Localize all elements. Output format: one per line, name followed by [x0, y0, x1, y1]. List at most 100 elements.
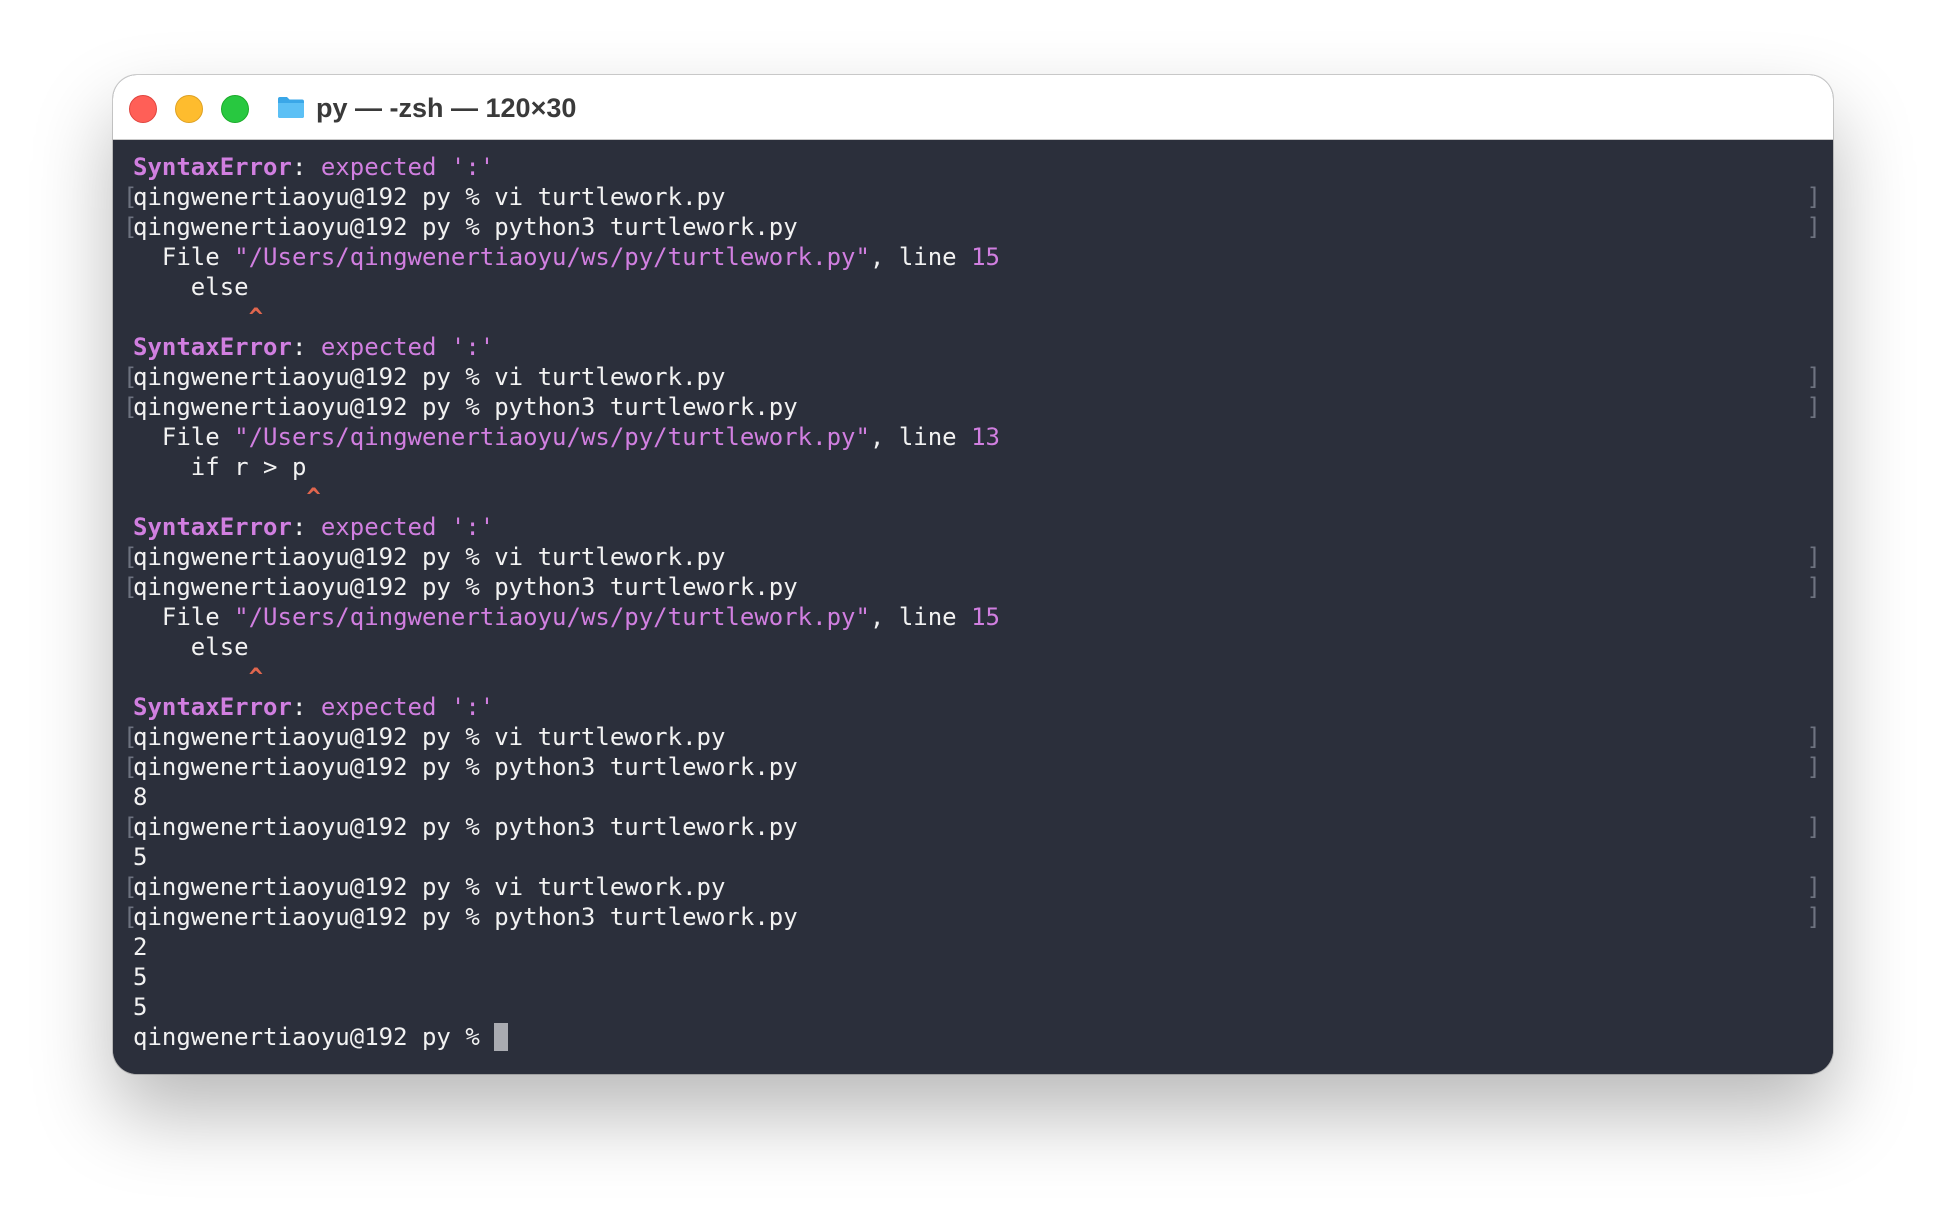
error-message: expected ':'	[320, 513, 495, 541]
line-bracket-left: [	[123, 183, 138, 211]
traceback-line-label: , line	[869, 603, 972, 631]
error-separator: :	[291, 513, 321, 541]
line-bracket-left: [	[123, 723, 138, 751]
terminal-line: 5	[133, 842, 1833, 872]
line-bracket-right: ]	[1806, 363, 1821, 391]
line-bracket-left: [	[123, 753, 138, 781]
terminal-line: [qingwenertiaoyu@192 py % python3 turtle…	[123, 572, 1833, 602]
program-output: 5	[133, 993, 148, 1021]
error-separator: :	[291, 693, 321, 721]
error-caret: ^	[133, 303, 264, 331]
line-bracket-right: ]	[1806, 903, 1821, 931]
line-bracket-right: ]	[1806, 393, 1821, 421]
line-bracket-right: ]	[1806, 753, 1821, 781]
text-cursor[interactable]	[494, 1023, 509, 1051]
terminal-line: [qingwenertiaoyu@192 py % vi turtlework.…	[123, 872, 1833, 902]
command-line: qingwenertiaoyu@192 py % python3 turtlew…	[133, 753, 798, 781]
traceback-prefix: File	[133, 423, 235, 451]
line-bracket-left: [	[123, 363, 138, 391]
error-message: expected ':'	[320, 693, 495, 721]
folder-icon	[278, 97, 304, 118]
line-bracket-right: ]	[1806, 183, 1821, 211]
title-bar[interactable]: py — -zsh — 120×30	[113, 75, 1833, 140]
error-separator: :	[291, 333, 321, 361]
error-type: SyntaxError	[133, 693, 292, 721]
line-bracket-left: [	[123, 813, 138, 841]
command-line: qingwenertiaoyu@192 py % vi turtlework.p…	[133, 723, 726, 751]
terminal-line: [qingwenertiaoyu@192 py % python3 turtle…	[123, 392, 1833, 422]
terminal-output[interactable]: SyntaxError: expected ':'[qingwenertiaoy…	[113, 140, 1833, 1074]
error-type: SyntaxError	[133, 153, 292, 181]
traceback-line-number: 15	[971, 243, 1000, 271]
minimize-button[interactable]	[175, 95, 203, 123]
line-bracket-right: ]	[1806, 723, 1821, 751]
program-output: 5	[133, 963, 148, 991]
terminal-line: [qingwenertiaoyu@192 py % python3 turtle…	[123, 752, 1833, 782]
terminal-line: File "/Users/qingwenertiaoyu/ws/py/turtl…	[133, 422, 1833, 452]
terminal-line: ^	[133, 482, 1833, 512]
command-line: qingwenertiaoyu@192 py % python3 turtlew…	[133, 573, 798, 601]
terminal-line: [qingwenertiaoyu@192 py % vi turtlework.…	[123, 542, 1833, 572]
command-line: qingwenertiaoyu@192 py % vi turtlework.p…	[133, 543, 726, 571]
active-prompt: qingwenertiaoyu@192 py %	[133, 1023, 495, 1051]
command-line: qingwenertiaoyu@192 py % vi turtlework.p…	[133, 873, 726, 901]
command-line: qingwenertiaoyu@192 py % python3 turtlew…	[133, 903, 798, 931]
line-bracket-right: ]	[1806, 573, 1821, 601]
error-type: SyntaxError	[133, 513, 292, 541]
line-bracket-left: [	[123, 543, 138, 571]
terminal-line: [qingwenertiaoyu@192 py % vi turtlework.…	[123, 722, 1833, 752]
error-type: SyntaxError	[133, 333, 292, 361]
line-bracket-left: [	[123, 213, 138, 241]
traceback-prefix: File	[133, 243, 235, 271]
traceback-line-label: , line	[869, 423, 972, 451]
terminal-line: qingwenertiaoyu@192 py %	[133, 1022, 1833, 1052]
terminal-line: SyntaxError: expected ':'	[133, 152, 1833, 182]
terminal-line: 5	[133, 992, 1833, 1022]
source-code-line: else	[133, 633, 249, 661]
line-bracket-left: [	[123, 393, 138, 421]
command-line: qingwenertiaoyu@192 py % vi turtlework.p…	[133, 183, 726, 211]
terminal-line: [qingwenertiaoyu@192 py % vi turtlework.…	[123, 182, 1833, 212]
terminal-line: else	[133, 632, 1833, 662]
window-title: py — -zsh — 120×30	[316, 93, 577, 123]
line-bracket-left: [	[123, 573, 138, 601]
traceback-file-path: "/Users/qingwenertiaoyu/ws/py/turtlework…	[234, 243, 870, 271]
terminal-line: 2	[133, 932, 1833, 962]
command-line: qingwenertiaoyu@192 py % python3 turtlew…	[133, 393, 798, 421]
program-output: 5	[133, 843, 148, 871]
traceback-file-path: "/Users/qingwenertiaoyu/ws/py/turtlework…	[234, 603, 870, 631]
zoom-button[interactable]	[221, 95, 249, 123]
line-bracket-right: ]	[1806, 873, 1821, 901]
terminal-line: SyntaxError: expected ':'	[133, 512, 1833, 542]
terminal-line: [qingwenertiaoyu@192 py % python3 turtle…	[123, 812, 1833, 842]
command-line: qingwenertiaoyu@192 py % vi turtlework.p…	[133, 363, 726, 391]
line-bracket-right: ]	[1806, 813, 1821, 841]
traceback-prefix: File	[133, 603, 235, 631]
program-output: 2	[133, 933, 148, 961]
terminal-line: 8	[133, 782, 1833, 812]
traceback-line-number: 13	[971, 423, 1000, 451]
error-caret: ^	[133, 663, 264, 691]
error-caret: ^	[133, 483, 321, 511]
terminal-window: py — -zsh — 120×30 SyntaxError: expected…	[113, 75, 1833, 1074]
terminal-line: File "/Users/qingwenertiaoyu/ws/py/turtl…	[133, 602, 1833, 632]
command-line: qingwenertiaoyu@192 py % python3 turtlew…	[133, 813, 798, 841]
terminal-line: [qingwenertiaoyu@192 py % vi turtlework.…	[123, 362, 1833, 392]
error-message: expected ':'	[320, 153, 495, 181]
error-message: expected ':'	[320, 333, 495, 361]
terminal-line: else	[133, 272, 1833, 302]
program-output: 8	[133, 783, 148, 811]
traceback-line-label: , line	[869, 243, 972, 271]
traceback-line-number: 15	[971, 603, 1000, 631]
terminal-line: [qingwenertiaoyu@192 py % python3 turtle…	[123, 902, 1833, 932]
terminal-line: if r > p	[133, 452, 1833, 482]
line-bracket-left: [	[123, 903, 138, 931]
close-button[interactable]	[129, 95, 157, 123]
error-separator: :	[291, 153, 321, 181]
terminal-line: ^	[133, 662, 1833, 692]
command-line: qingwenertiaoyu@192 py % python3 turtlew…	[133, 213, 798, 241]
source-code-line: else	[133, 273, 249, 301]
traceback-file-path: "/Users/qingwenertiaoyu/ws/py/turtlework…	[234, 423, 870, 451]
source-code-line: if r > p	[133, 453, 307, 481]
terminal-line: ^	[133, 302, 1833, 332]
